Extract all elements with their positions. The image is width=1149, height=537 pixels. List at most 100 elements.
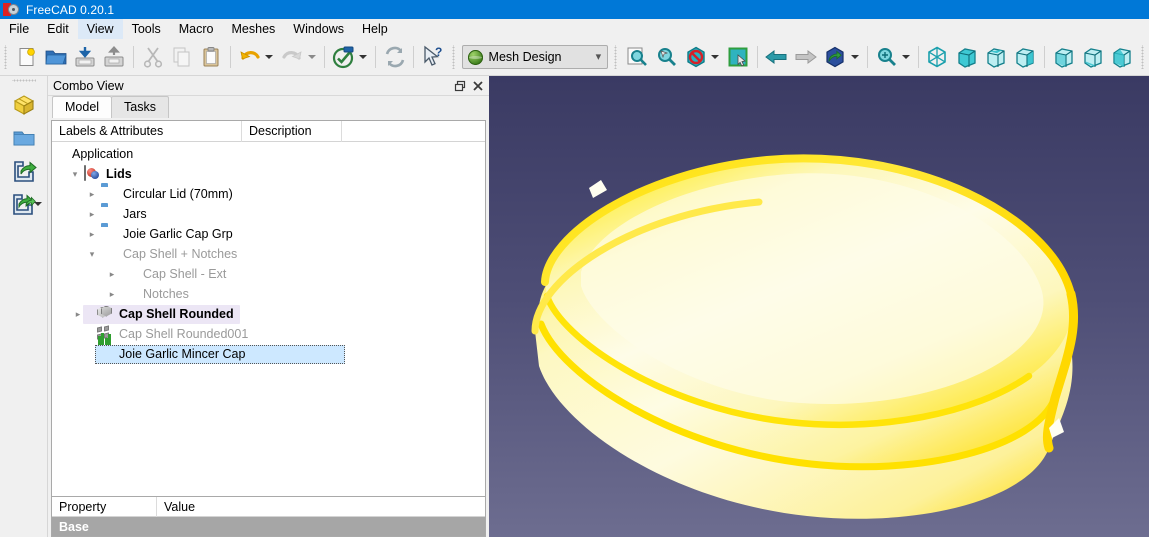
cut-icon[interactable] [138, 42, 167, 72]
menu-windows[interactable]: Windows [284, 19, 353, 39]
float-icon[interactable] [451, 78, 469, 94]
tab-tasks[interactable]: Tasks [111, 96, 169, 118]
axonometric-dropdown-icon[interactable] [850, 55, 859, 59]
edit-mode-dropdown-icon[interactable] [359, 55, 368, 59]
paste-icon[interactable] [197, 42, 226, 72]
tree-item-label: Cap Shell - Ext [143, 267, 227, 281]
tree-item-application[interactable]: Application [52, 144, 485, 164]
zoom-icon[interactable] [872, 42, 901, 72]
combo-view-dock: Combo View Model Tasks Labels & Attribut… [48, 76, 489, 537]
tree-item-label: Lids [106, 167, 132, 181]
tree-item-circular-lid[interactable]: ▸ Circular Lid (70mm) [52, 184, 485, 204]
redo-icon[interactable] [277, 42, 306, 72]
menu-macro[interactable]: Macro [170, 19, 223, 39]
left-toolbar-grip[interactable] [11, 78, 36, 85]
svg-text:?: ? [435, 45, 442, 59]
tree-item-label: Cap Shell Rounded001 [119, 327, 249, 341]
new-document-icon[interactable] [12, 42, 41, 72]
cap-model[interactable] [489, 76, 1149, 537]
export-mesh-more-icon[interactable] [5, 187, 43, 220]
model-tree[interactable]: Labels & Attributes Description Applicat… [51, 120, 486, 537]
tree-item-jars[interactable]: ▸ Jars [52, 204, 485, 224]
tree-item-cap-shell-notches[interactable]: ▾ Cap Shell + Notches [52, 244, 485, 264]
property-column-property[interactable]: Property [52, 497, 157, 517]
freecad-window: FreeCAD 0.20.1 File Edit View Tools Macr… [0, 0, 1149, 537]
rear-view-icon[interactable] [1049, 42, 1078, 72]
property-column-value[interactable]: Value [157, 497, 485, 517]
twisty-expanded-icon[interactable]: ▾ [66, 164, 84, 184]
box-selection-icon[interactable] [723, 42, 752, 72]
axonometric-icon[interactable] [820, 42, 849, 72]
top-view-icon[interactable] [981, 42, 1010, 72]
fit-all-icon[interactable] [622, 42, 651, 72]
twisty-collapsed-icon[interactable]: ▸ [83, 224, 101, 244]
document-icon [84, 164, 101, 183]
open-document-icon[interactable] [41, 42, 70, 72]
zoom-dropdown-icon[interactable] [901, 55, 910, 59]
menu-tools[interactable]: Tools [123, 19, 170, 39]
tree-item-lids[interactable]: ▾ Lids [52, 164, 485, 184]
tree-item-cap-shell-rounded[interactable]: ▸ Cap Shell Rounded [52, 304, 485, 324]
mesh-folder-icon[interactable] [5, 121, 43, 154]
draw-style-dropdown-icon[interactable] [711, 55, 720, 59]
tree-item-cap-shell-ext[interactable]: ▸ Cap Shell - Ext [52, 264, 485, 284]
menu-meshes[interactable]: Meshes [223, 19, 285, 39]
menu-help[interactable]: Help [353, 19, 397, 39]
whats-this-icon[interactable]: ? [418, 42, 447, 72]
tree-item-joie-garlic-cap-grp[interactable]: ▸ Joie Garlic Cap Grp [52, 224, 485, 244]
toolbar-separator [413, 46, 415, 68]
print-document-icon[interactable] [100, 42, 129, 72]
tree-item-label: Joie Garlic Cap Grp [123, 227, 233, 241]
menu-file[interactable]: File [0, 19, 38, 39]
twisty-collapsed-icon[interactable]: ▸ [103, 284, 121, 304]
save-document-icon[interactable] [71, 42, 100, 72]
menu-view[interactable]: View [77, 19, 123, 39]
property-group-base[interactable]: Base [52, 517, 485, 536]
export-mesh-icon[interactable] [5, 154, 43, 187]
refresh-icon[interactable] [380, 42, 409, 72]
property-panel[interactable]: Property Value Base [51, 496, 486, 537]
toolbar-grip[interactable] [1140, 45, 1147, 69]
undo-icon[interactable] [235, 42, 264, 72]
mesh-grey-icon [121, 286, 138, 303]
forward-arrow-icon[interactable] [791, 42, 820, 72]
menu-edit[interactable]: Edit [38, 19, 78, 39]
3d-viewport[interactable] [489, 76, 1149, 537]
twisty-collapsed-icon[interactable]: ▸ [83, 204, 101, 224]
redo-dropdown-icon[interactable] [307, 55, 316, 59]
right-view-icon[interactable] [1011, 42, 1040, 72]
mesh-from-shape-icon[interactable] [5, 88, 43, 121]
tree-column-extra[interactable] [342, 121, 485, 142]
undo-dropdown-icon[interactable] [265, 55, 274, 59]
tree-item-notches[interactable]: ▸ Notches [52, 284, 485, 304]
front-view-icon[interactable] [952, 42, 981, 72]
back-arrow-icon[interactable] [762, 42, 791, 72]
toolbar-grip[interactable] [3, 45, 10, 69]
tree-item-joie-garlic-mincer-cap[interactable]: Joie Garlic Mincer Cap [52, 332, 485, 364]
close-icon[interactable] [469, 78, 487, 94]
tree-item-cap-shell-rounded001[interactable]: Cap Shell Rounded001 [52, 324, 485, 344]
tree-column-description[interactable]: Description [242, 120, 342, 142]
fit-selection-icon[interactable] [652, 42, 681, 72]
edit-mode-icon[interactable] [329, 42, 358, 72]
tree-item-label: Circular Lid (70mm) [123, 187, 233, 201]
isometric-view-icon[interactable] [923, 42, 952, 72]
twisty-none [54, 144, 72, 164]
folder-icon [101, 186, 118, 203]
twisty-expanded-icon[interactable]: ▾ [83, 244, 101, 264]
copy-icon[interactable] [167, 42, 196, 72]
toolbar-grip[interactable] [450, 45, 458, 69]
workbench-selector[interactable]: Mesh Design ▾ [461, 45, 609, 69]
tree-item-label: Jars [123, 207, 147, 221]
twisty-collapsed-icon[interactable]: ▸ [83, 184, 101, 204]
tree-column-labels[interactable]: Labels & Attributes [52, 120, 242, 142]
draw-style-icon[interactable] [681, 42, 710, 72]
toolbar-grip[interactable] [613, 45, 621, 69]
chevron-down-icon[interactable]: ▾ [591, 51, 605, 63]
twisty-collapsed-icon[interactable]: ▸ [69, 304, 87, 324]
bottom-view-icon[interactable] [1078, 42, 1107, 72]
toolbar-separator [917, 46, 919, 68]
twisty-collapsed-icon[interactable]: ▸ [103, 264, 121, 284]
tab-model[interactable]: Model [52, 96, 113, 118]
left-view-icon[interactable] [1108, 42, 1137, 72]
